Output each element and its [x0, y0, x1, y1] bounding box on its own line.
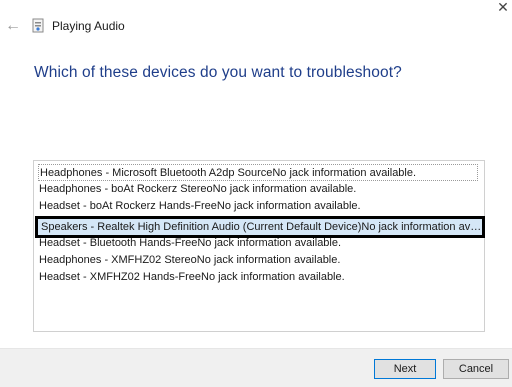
device-item[interactable]: Headset - boAt Rockerz Hands-FreeNo jack… — [38, 198, 478, 215]
next-button[interactable]: Next — [374, 359, 436, 379]
audio-troubleshooter-icon — [32, 18, 44, 33]
title-bar: ← Playing Audio — [0, 12, 512, 42]
footer-bar: Next Cancel — [0, 348, 512, 387]
device-item[interactable]: Headphones - XMFHZ02 StereoNo jack infor… — [38, 252, 478, 269]
window-title: Playing Audio — [52, 19, 125, 33]
cancel-button[interactable]: Cancel — [443, 359, 509, 379]
device-item[interactable]: Headphones - boAt Rockerz StereoNo jack … — [38, 181, 478, 198]
device-item[interactable]: Headset - XMFHZ02 Hands-FreeNo jack info… — [38, 269, 478, 286]
device-item[interactable]: Headphones - Microsoft Bluetooth A2dp So… — [38, 164, 478, 181]
back-arrow-icon[interactable]: ← — [4, 17, 22, 35]
page-question: Which of these devices do you want to tr… — [34, 64, 402, 81]
device-list[interactable]: Headphones - Microsoft Bluetooth A2dp So… — [33, 160, 485, 332]
device-item[interactable]: Headset - Bluetooth Hands-FreeNo jack in… — [38, 235, 478, 252]
